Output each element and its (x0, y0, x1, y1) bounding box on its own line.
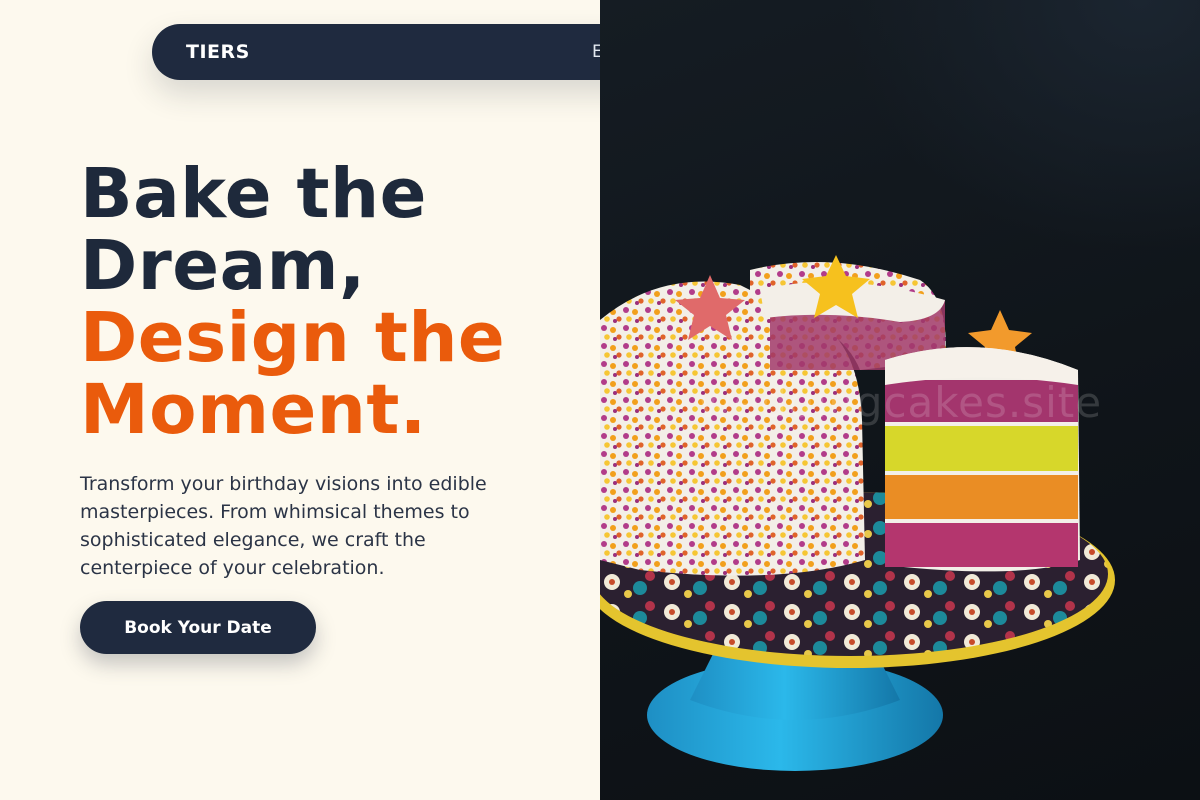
hero-description: Transform your birthday visions into edi… (80, 473, 487, 579)
brand-logo[interactable]: TIERS (186, 24, 250, 80)
watermark-text: weddingcakes.site (698, 378, 1103, 427)
headline-line-4: Moment. (80, 370, 427, 450)
headline-line-2: Dream, (80, 226, 366, 306)
hero-left-panel: TIERS E Bake the Dream, Design the Momen… (0, 0, 752, 800)
book-your-date-button[interactable]: Book Your Date (80, 601, 316, 654)
headline-line-1: Bake the (80, 154, 427, 234)
hero-headline: Bake the Dream, Design the Moment. (80, 158, 590, 446)
headline-line-3: Design the (80, 298, 506, 378)
